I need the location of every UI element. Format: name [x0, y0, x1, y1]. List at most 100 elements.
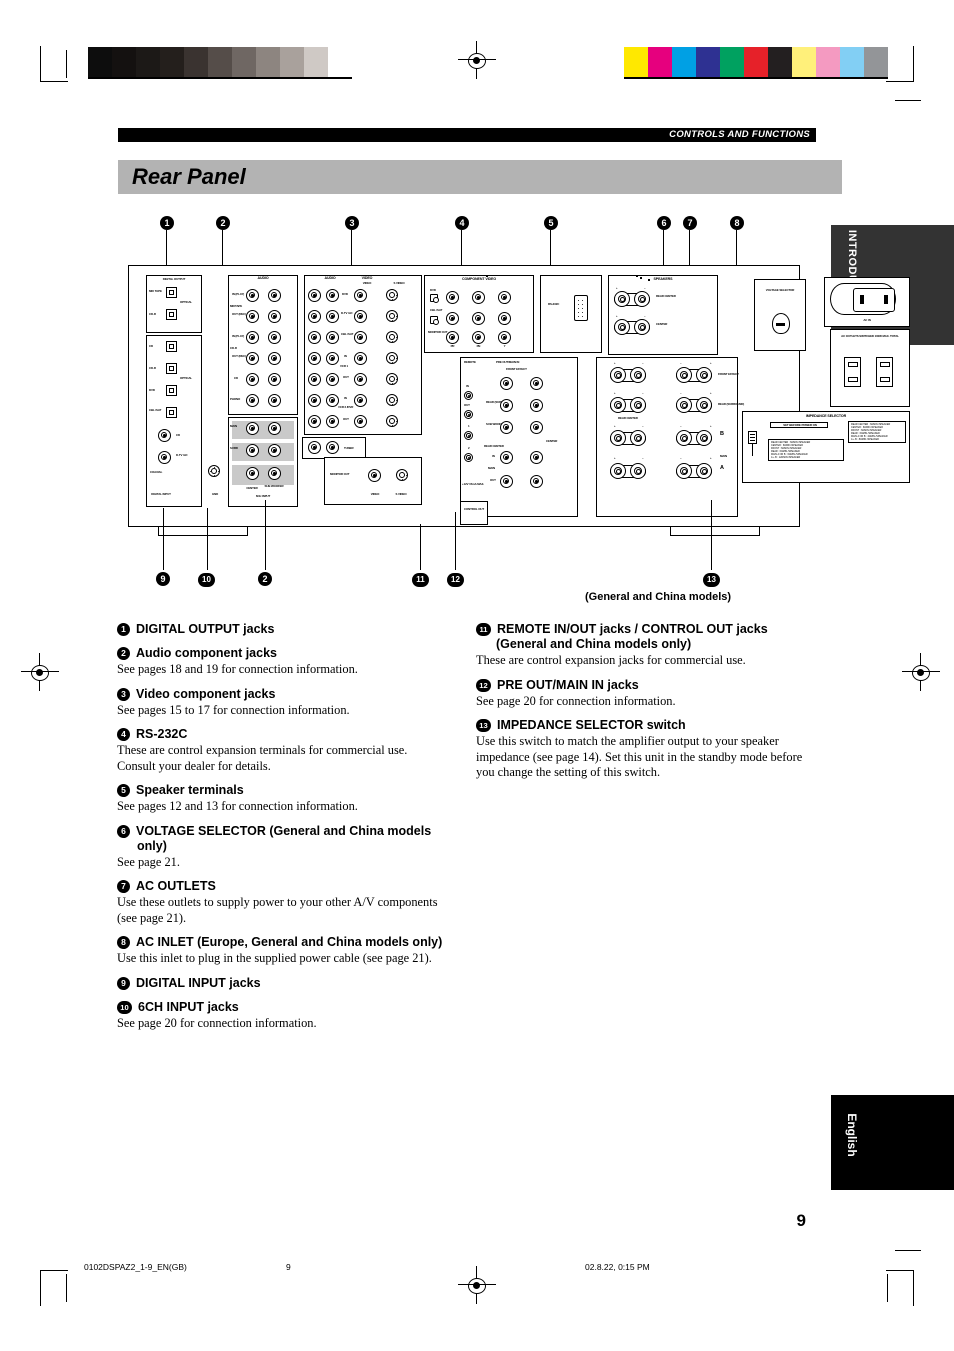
callout-leader-2b: [265, 500, 266, 570]
6ch-shade-center: [232, 465, 294, 485]
callout-entry-heading: 7 AC OUTLETS: [117, 879, 447, 894]
binding-post-plus: [614, 319, 630, 335]
preout-main-label: MAIN: [488, 466, 495, 470]
optical-jack-dvd: [166, 385, 177, 396]
phono-label: PHONO: [230, 397, 241, 401]
digital-input-cdr-label: CD-R: [149, 366, 156, 370]
sidebar-tab-english-label: English: [845, 1113, 859, 1157]
callout-2-bottom: 2: [258, 570, 272, 588]
voltage-selector-knob: [772, 313, 790, 334]
audio-label-1: AUDIO: [257, 276, 269, 280]
color-patch-0: [624, 47, 648, 77]
out-rec-label-2: OUT (REC): [232, 354, 247, 358]
s-video-head-label: S VIDEO: [393, 281, 405, 285]
audio-jack-cdr-out-r: [268, 352, 281, 365]
rs232c-connector: [574, 295, 588, 321]
grayscale-calibration-bar: [88, 47, 352, 79]
audio-jack-phono-r: [268, 394, 281, 407]
video-jack-vcr1-in-audio-r: [326, 352, 339, 365]
callout-8: 8: [730, 214, 744, 232]
control-out-jack-1: [464, 431, 473, 440]
spk-minus-fe2: –: [680, 361, 682, 365]
gray-patch-7: [256, 47, 280, 77]
page-title: Rear Panel: [132, 164, 246, 189]
speaker-terminal-rear-r: [676, 397, 712, 413]
rs232c-group: [540, 275, 602, 353]
speaker-terminal-b-r: [676, 430, 712, 446]
callout-1: 1: [160, 214, 174, 232]
callout-entry-body: See pages 15 to 17 for connection inform…: [117, 702, 350, 717]
remote-jack-out: [464, 410, 473, 419]
ac-inlet-shape: [830, 283, 896, 315]
cd-group-label: CD: [234, 376, 238, 380]
6ch-subwoofer-label: SUB WOOFER: [264, 484, 284, 488]
6ch-shade-main: [232, 421, 294, 439]
callout-entry-heading: 8 AC INLET (Europe, General and China mod…: [117, 935, 447, 950]
color-calibration-bar: [624, 47, 888, 79]
callout-entry-8: 8 AC INLET (Europe, General and China mod…: [117, 935, 447, 967]
spk-minus-r1: –: [642, 391, 644, 395]
gray-patch-8: [280, 47, 304, 77]
cv-jack-cbl-pr: [446, 312, 459, 325]
optical-label-2: OPTICAL: [180, 376, 192, 380]
callout-entry-4: 4 RS-232C These are control expansion term…: [117, 727, 447, 774]
remote-label: REMOTE: [464, 360, 476, 364]
video-jack-vcr2-in-video: [354, 394, 367, 407]
spk-minus-rc: –: [644, 286, 646, 290]
callout-entry-number: 9: [117, 976, 130, 990]
cv-jack-dvd-pr: [446, 291, 459, 304]
control-out-jack-2: [464, 453, 473, 462]
cv-monitor-out-label: MONITOR OUT: [428, 330, 448, 334]
binding-post-plus: [696, 397, 712, 413]
binding-post-plus: [614, 291, 630, 307]
chapter-label: CONTROLS AND FUNCTIONS: [669, 129, 810, 140]
callout-entry-number: 1: [117, 623, 130, 636]
gray-patch-1: [112, 47, 136, 77]
callout-entry-number: 3: [117, 687, 130, 701]
callout-entry-body: See page 20 for connection information.: [476, 693, 676, 708]
cv-jack-mon-pb: [472, 331, 485, 344]
control-out-group: [460, 501, 488, 525]
digital-input-group: [146, 335, 202, 507]
cv-cbl-icon: [430, 316, 439, 325]
impedance-selector-switch: [748, 431, 757, 444]
impedance-selector-label: IMPEDANCE SELECTOR: [805, 414, 847, 418]
preout-jack-main-in-r: [530, 451, 543, 464]
sidebar-tab-english: English: [831, 1095, 954, 1190]
gray-patch-10: [328, 47, 352, 77]
gnd-terminal: [208, 465, 220, 477]
binding-post-minus: [630, 397, 646, 413]
digital-output-group: [146, 275, 202, 333]
md-tape-label: MD/ TAPE: [149, 289, 162, 293]
callout-leader-11: [420, 524, 421, 570]
spk-minus-b2: –: [680, 424, 682, 428]
audio-jack-cdr-in-l: [246, 331, 259, 344]
video-jack-vcr2-in-audio-l: [308, 394, 321, 407]
spk-plus-r1: +: [614, 391, 616, 395]
audio-jack-mdtape-in-l: [246, 289, 259, 302]
callout-leader-13: [711, 500, 712, 570]
callout-entry-10: 10 6CH INPUT jacks See page 20 for connect…: [117, 1000, 447, 1032]
callout-12: 12: [447, 570, 464, 588]
vcr1-group-label: VCR 1: [340, 364, 349, 368]
callout-entry-heading: 11 REMOTE IN/OUT jacks / CONTROL OUT jack…: [476, 622, 806, 652]
vcr2-in-label: IN: [344, 396, 347, 400]
remote-in-label: IN: [466, 384, 469, 388]
preout-jack-main-out-r: [530, 475, 543, 488]
models-note: (General and China models): [585, 591, 732, 603]
voltage-selector-box: [648, 279, 650, 281]
callout-entry-number: 13: [476, 719, 491, 732]
monitor-s-video-label: S VIDEO: [395, 492, 407, 496]
binding-post-minus: [630, 463, 646, 479]
speaker-terminal-a-l: [610, 463, 646, 479]
vcr1-out-label: OUT: [343, 375, 349, 379]
gray-patch-4: [184, 47, 208, 77]
vcr2-group-label: VCR 2 /DVR: [338, 405, 354, 409]
page-number: 9: [796, 1211, 806, 1230]
callout-entry-body: See page 20 for connection information.: [117, 1015, 317, 1030]
video-jack-dtv-video: [354, 310, 367, 323]
6ch-jack-main-l: [246, 422, 259, 435]
control-out-label: CONTROL OUT: [463, 507, 485, 511]
s-video-jack-dvd: [386, 289, 398, 301]
tuner-jack-r: [326, 441, 339, 454]
